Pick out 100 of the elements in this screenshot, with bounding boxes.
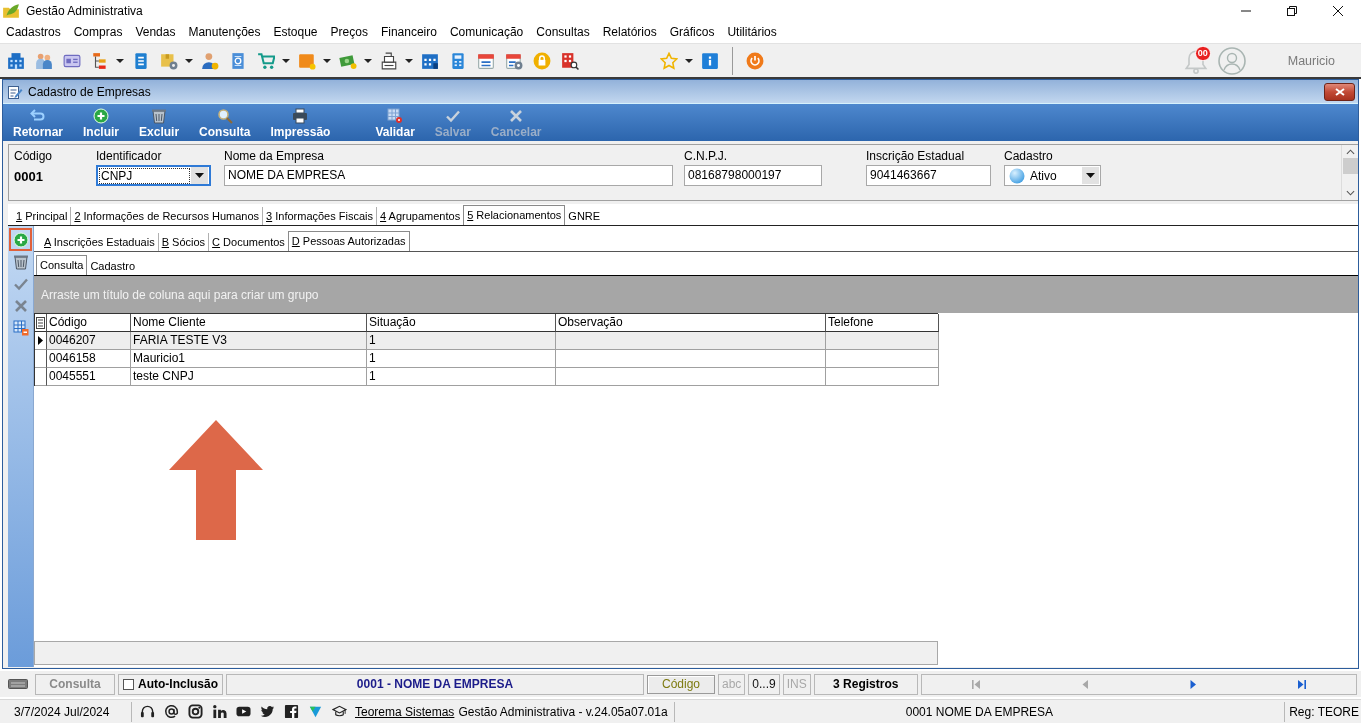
dropdown-arrow-icon[interactable] [195,173,204,178]
triangle-logo-icon[interactable] [308,704,323,719]
star-icon[interactable] [660,51,678,70]
f-logo-icon[interactable] [284,704,299,719]
back-button[interactable]: Retornar [13,108,63,139]
indicator-label: abc [718,673,746,695]
info-icon[interactable] [701,51,719,70]
add-button[interactable]: Incluir [83,108,120,139]
play-button-icon[interactable] [236,704,251,719]
money-document-icon[interactable] [229,51,247,70]
menu-item[interactable]: Consultas [536,25,590,39]
calendar-icon[interactable] [477,51,495,70]
folder-leaf-icon [2,2,20,20]
tab[interactable]: 1 Principal [13,207,72,225]
calendar-gear-icon[interactable] [505,51,523,70]
headset-icon[interactable] [140,704,155,719]
bird-icon[interactable] [260,704,275,719]
tab[interactable]: 5 Relacionamentos [463,205,566,225]
menu-item[interactable]: Manutenções [188,25,261,39]
tab[interactable]: 3 Informações Fiscais [263,207,378,225]
delete-button[interactable]: Excluir [139,108,180,139]
caret-icon[interactable] [685,58,693,63]
tab[interactable]: Consulta [36,255,88,275]
in-logo-icon[interactable] [212,704,227,719]
menu-item[interactable]: Comunicação [449,25,524,39]
power-icon[interactable] [746,51,764,70]
status-select[interactable]: Ativo [1004,165,1101,186]
text-field[interactable]: 9041463667 [866,165,991,186]
scroll-thumb[interactable] [1342,157,1358,174]
text-field[interactable]: 08168798000197 [684,165,822,186]
menu-item[interactable]: Estoque [273,25,318,39]
menu-item[interactable]: Utilitários [727,25,777,39]
column-chooser-icon[interactable] [36,316,45,329]
menu-item[interactable]: Relatórios [602,25,657,39]
tab[interactable]: GNRE [565,207,604,225]
table-cell: Mauricio1 [131,350,367,368]
caret-icon[interactable] [282,58,290,63]
print-button[interactable]: Impressão [270,108,331,139]
tab[interactable]: D Pessoas Autorizadas [287,231,410,251]
cash-register-icon[interactable] [380,51,398,70]
mode-label: Consulta [35,673,115,695]
menu-item[interactable]: Financeiro [380,25,437,39]
calculator-icon[interactable] [449,51,467,70]
tab[interactable]: 2 Informações de Recursos Humanos [71,207,264,225]
window-title: Cadastro de Empresas [28,84,151,99]
website-link[interactable]: Teorema Sistemas [355,704,455,719]
grid-export-icon [12,320,29,336]
menu-item[interactable]: Vendas [135,25,176,39]
building-icon[interactable] [7,51,25,70]
text-field[interactable]: NOME DA EMPRESA [224,165,673,186]
notification-badge: 00 [1194,45,1211,61]
caret-icon[interactable] [364,58,372,63]
caret-icon[interactable] [323,58,331,63]
hierarchy-icon[interactable] [91,51,109,70]
menu-item[interactable]: Compras [73,25,123,39]
caret-icon[interactable] [116,58,124,63]
search-icon [216,108,233,124]
caret-icon[interactable] [185,58,193,63]
user-name[interactable]: Mauricio [1287,53,1335,68]
menu-item[interactable]: Cadastros [6,25,61,39]
identifier-select[interactable]: CNPJ [96,165,211,186]
row-selector[interactable] [35,332,47,350]
row-selector[interactable] [35,350,47,368]
skip-to-end-icon[interactable] [1297,679,1306,689]
keyboard-icon[interactable] [8,679,28,689]
cart-icon[interactable] [257,51,275,70]
dropdown-arrow-icon[interactable] [1086,173,1095,178]
close-icon [1334,87,1345,96]
box-gear-icon[interactable] [160,51,178,70]
validate-button[interactable]: Validar [375,108,415,139]
menu-item[interactable]: Gráficos [669,25,715,39]
current-row-icon [38,336,43,345]
graduation-cap-icon[interactable] [332,704,347,719]
table-cell: teste CNPJ [131,368,367,386]
caret-icon[interactable] [405,58,413,63]
checkbox-square[interactable] [123,678,134,690]
tab[interactable]: A Inscrições Estaduais [41,233,159,251]
indicator-label: INS [782,673,811,695]
window-close-button[interactable] [1324,82,1355,101]
people-icon[interactable] [35,51,53,70]
calendar-grid-icon[interactable] [421,51,439,70]
next-icon[interactable] [1189,679,1198,689]
field-label: Inscrição Estadual [866,149,966,163]
tab[interactable]: B Sócios [158,233,210,251]
globe-icon [1009,167,1025,184]
check-icon [12,276,29,292]
menu-item[interactable]: Preços [330,25,368,39]
document-icon[interactable] [132,51,150,70]
camera-icon[interactable] [188,704,203,719]
vertical-scrollbar[interactable] [1341,145,1358,200]
tab[interactable]: Cadastro [87,257,139,275]
search-button[interactable]: Consulta [199,108,251,139]
person-coin-icon[interactable] [201,51,219,70]
add-button[interactable] [9,228,32,251]
row-selector[interactable] [35,368,47,386]
building-search-icon[interactable] [561,51,579,70]
field-label: C.N.P.J. [684,149,729,163]
at-sign-icon[interactable] [164,704,179,719]
search-key-button[interactable]: Código [647,674,715,694]
field-label: Código [14,149,54,163]
